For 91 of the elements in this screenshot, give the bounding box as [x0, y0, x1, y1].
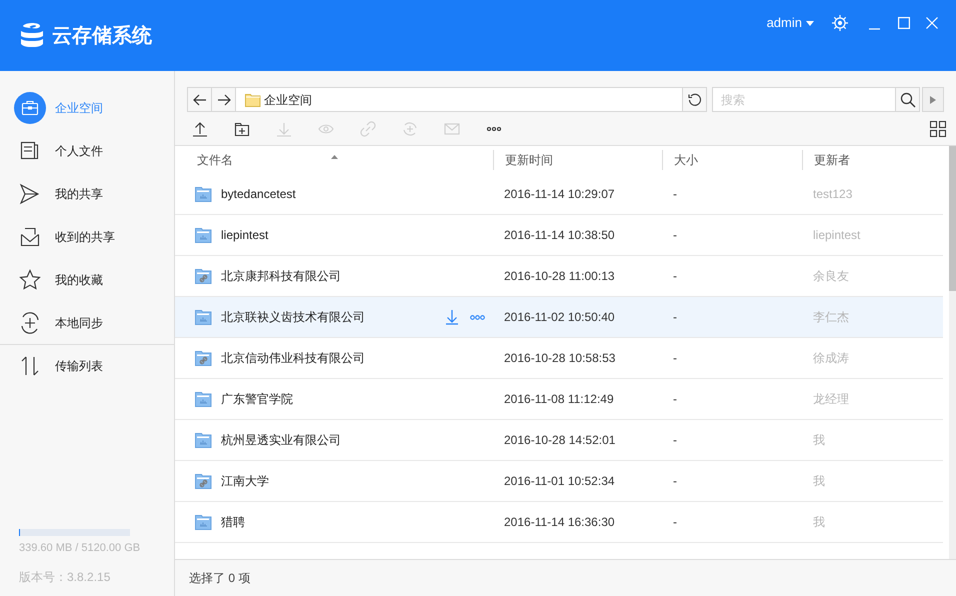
shared-folder-icon — [195, 350, 212, 366]
size-cell-text: - — [672, 432, 678, 449]
forward-button[interactable] — [212, 88, 236, 111]
updater-cell-text: 龙经理 — [812, 391, 850, 408]
file-name: 杭州昱透实业有限公司 — [221, 432, 342, 449]
back-arrow-icon — [192, 94, 206, 106]
shared-folder-icon — [195, 473, 212, 489]
nav-item[interactable]: 我的共享 — [0, 172, 174, 215]
size-cell-text: - — [672, 391, 678, 408]
inbox-icon — [19, 226, 41, 248]
file-name: 江南大学 — [221, 473, 270, 490]
user-menu[interactable]: admin — [766, 13, 814, 33]
version-text: 版本号：3.8.2.15 — [19, 569, 112, 586]
nav-item[interactable]: 收到的共享 — [0, 215, 174, 258]
play-arrow-icon — [930, 96, 936, 104]
size-cell-text: - — [672, 268, 678, 285]
size-cell-text: - — [672, 473, 678, 490]
search-icon — [900, 92, 916, 108]
folder-icon — [195, 391, 212, 407]
time-cell-text: 2016-10-28 14:52:01 — [503, 432, 616, 449]
time-cell-text: 2016-11-14 16:36:30 — [503, 514, 616, 531]
column-header[interactable]: 大小 — [662, 150, 802, 170]
refresh-button[interactable] — [682, 88, 706, 111]
search-button[interactable] — [895, 88, 919, 111]
nav-item[interactable]: 本地同步 — [0, 301, 174, 344]
folder-icon — [195, 309, 212, 325]
time-cell-text: 2016-11-14 10:29:07 — [503, 186, 616, 203]
updater-cell-text: 我 — [812, 514, 826, 531]
time-cell-text: 2016-10-28 10:58:53 — [503, 350, 616, 367]
updater-cell-text: 我 — [812, 432, 826, 449]
scrollbar[interactable] — [949, 146, 956, 559]
file-name: liepintest — [221, 227, 270, 244]
folder-icon — [195, 432, 212, 448]
folder-icon — [245, 92, 261, 106]
database-logo-icon — [20, 22, 44, 50]
file-name: 猎聘 — [221, 514, 246, 531]
file-name: 北京信动伟业科技有限公司 — [221, 350, 366, 367]
nav-item[interactable]: 个人文件 — [0, 129, 174, 172]
updater-cell-text: 徐成涛 — [812, 350, 850, 367]
file-row[interactable]: 北京联袂义齿技术有限公司 2016-11-02 10:50:40 - 李仁杰 — [175, 297, 943, 338]
settings-icon[interactable] — [832, 15, 848, 31]
updater-cell-text: liepintest — [812, 227, 862, 244]
time-cell-text: 2016-10-28 11:00:13 — [503, 268, 616, 285]
updater-cell-text: test123 — [812, 186, 854, 203]
search-field[interactable]: 搜索 — [712, 87, 920, 112]
send-icon — [19, 182, 41, 204]
download-icon[interactable] — [445, 309, 459, 325]
selection-count-text: 选择了 0 项 — [189, 570, 250, 587]
size-cell-text: - — [672, 186, 678, 203]
forward-arrow-icon — [216, 94, 230, 106]
file-name: 北京联袂义齿技术有限公司 — [221, 309, 366, 326]
star-icon — [19, 268, 41, 290]
shared-folder-icon — [195, 268, 212, 284]
new-folder-icon[interactable] — [234, 120, 250, 136]
time-cell-text: 2016-11-01 10:52:34 — [503, 473, 616, 490]
file-name: 广东警官学院 — [221, 391, 294, 408]
size-cell-text: - — [672, 514, 678, 531]
sync-icon — [19, 312, 41, 334]
upload-icon[interactable] — [192, 120, 208, 136]
size-cell-text: - — [672, 309, 678, 326]
time-cell-text: 2016-11-08 11:12:49 — [503, 391, 615, 408]
column-header[interactable]: 文件名 — [175, 150, 493, 170]
updater-cell-text: 我 — [812, 473, 826, 490]
folder-icon — [195, 514, 212, 530]
file-name: bytedancetest — [221, 186, 297, 203]
grid-view-icon[interactable] — [930, 120, 946, 136]
path-text: 企业空间 — [264, 92, 313, 108]
sort-arrow-icon — [330, 155, 338, 159]
folder-icon — [195, 186, 212, 202]
column-header[interactable]: 更新者 — [802, 150, 943, 170]
storage-usage-text: 339.60 MB / 5120.00 GB — [19, 540, 142, 556]
nav-item[interactable]: 我的收藏 — [0, 258, 174, 301]
maximize-icon[interactable] — [898, 17, 910, 29]
updater-cell-text: 余良友 — [812, 268, 850, 285]
transfer-icon — [19, 355, 41, 377]
app-title: 云存储系统 — [52, 24, 152, 48]
updater-cell-text: 李仁杰 — [812, 309, 850, 326]
time-cell-text: 2016-11-14 10:38:50 — [503, 227, 616, 244]
caret-icon — [806, 20, 814, 26]
nav-item[interactable]: 传输列表 — [0, 344, 174, 387]
file-name: 北京康邦科技有限公司 — [221, 268, 342, 285]
close-icon[interactable] — [926, 17, 938, 29]
size-cell-text: - — [672, 350, 678, 367]
refresh-icon — [688, 92, 702, 106]
folder-icon — [195, 227, 212, 243]
doc-icon — [19, 140, 41, 162]
column-header[interactable]: 更新时间 — [493, 150, 662, 170]
back-button[interactable] — [188, 88, 212, 111]
time-cell-text: 2016-11-02 10:50:40 — [503, 309, 616, 326]
size-cell-text: - — [672, 227, 678, 244]
search-input[interactable]: 搜索 — [713, 88, 895, 111]
